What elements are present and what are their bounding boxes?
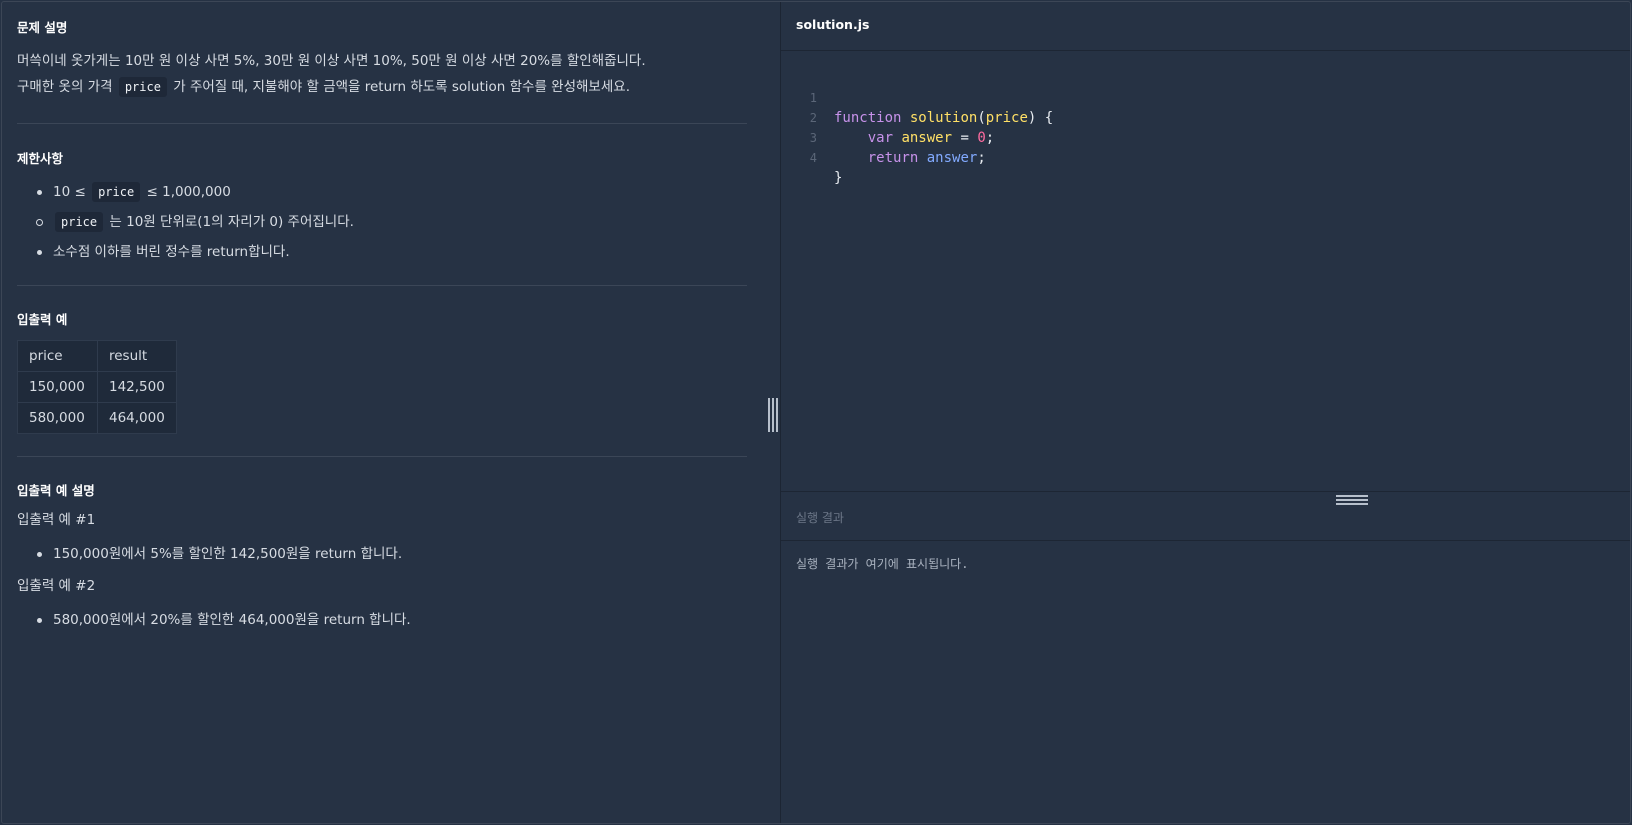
- example-1-title: 입출력 예 #1: [17, 512, 96, 528]
- table-header-cell: result: [97, 340, 177, 372]
- price-code: price: [118, 77, 167, 97]
- price-code: price: [92, 182, 141, 202]
- divider: [17, 285, 747, 286]
- table-cell: 580,000: [17, 402, 98, 434]
- code-line: 3 return answer;: [781, 108, 1630, 166]
- price-code: price: [55, 212, 104, 232]
- problem-panel: 문제 설명 머쓱이네 옷가게는 10만 원 이상 사면 5%, 30만 원 이상…: [2, 2, 780, 823]
- constraint-item: 10 ≤ price ≤ 1,000,000: [17, 177, 747, 207]
- table-row: 150,000 142,500: [17, 371, 177, 403]
- divider: [17, 123, 747, 124]
- problem-description: 머쓱이네 옷가게는 10만 원 이상 사면 5%, 30만 원 이상 사면 10…: [17, 48, 747, 100]
- examples-table: price result 150,000 142,500 580,000 464…: [17, 340, 177, 434]
- code-line: 1 function solution(price) {: [781, 68, 1630, 126]
- table-header-row: price result: [17, 340, 177, 372]
- table-cell: 464,000: [97, 402, 177, 434]
- code-line: 4 }: [781, 128, 1630, 186]
- explanation-section: 입출력 예 설명 입출력 예 #1 150,000원에서 5%를 할인한 142…: [17, 480, 747, 635]
- constraint-subitem: price 는 10원 단위로(1의 자리가 0) 주어집니다.: [2, 207, 747, 237]
- app-window: 문제 설명 머쓱이네 옷가게는 10만 원 이상 사면 5%, 30만 원 이상…: [1, 1, 1631, 824]
- examples-section: 입출력 예 price result 150,000 142,500 580,0…: [17, 309, 747, 434]
- line-number: 4: [809, 151, 817, 165]
- table-row: 580,000 464,000: [17, 402, 177, 434]
- constraints-title: 제한사항: [17, 151, 64, 166]
- problem-title: 문제 설명: [17, 20, 68, 35]
- result-title: 실행 결과: [796, 511, 844, 525]
- editor-header: solution.js: [781, 2, 1630, 51]
- table-header-cell: price: [17, 340, 98, 372]
- result-output: 실행 결과가 여기에 표시됩니다.: [796, 557, 969, 571]
- example-2-item: 580,000원에서 20%를 할인한 464,000원을 return 합니다…: [17, 605, 747, 635]
- code-line: 2 var answer = 0;: [781, 88, 1630, 146]
- file-name: solution.js: [796, 17, 870, 32]
- code-editor[interactable]: 1 function solution(price) { 2 var answe…: [781, 68, 1630, 186]
- table-cell: 142,500: [97, 371, 177, 403]
- problem-line-2: 구매한 옷의 가격 price 가 주어질 때, 지불해야 할 금액을 retu…: [17, 77, 630, 97]
- example-2-title: 입출력 예 #2: [17, 578, 96, 594]
- examples-title: 입출력 예: [17, 312, 68, 327]
- constraint-item: 소수점 이하를 버린 정수를 return합니다.: [17, 237, 747, 267]
- constraints-section: 제한사항 10 ≤ price ≤ 1,000,000 price 는 10원 …: [17, 148, 747, 267]
- vertical-resize-handle[interactable]: [768, 398, 778, 432]
- problem-line-1: 머쓱이네 옷가게는 10만 원 이상 사면 5%, 30만 원 이상 사면 10…: [17, 53, 646, 69]
- problem-section: 문제 설명 머쓱이네 옷가게는 10만 원 이상 사면 5%, 30만 원 이상…: [17, 17, 747, 100]
- explanation-title: 입출력 예 설명: [17, 483, 95, 498]
- example-1-item: 150,000원에서 5%를 할인한 142,500원을 return 합니다.: [17, 539, 747, 569]
- result-header: 실행 결과: [781, 492, 1630, 541]
- divider: [17, 456, 747, 457]
- editor-panel: solution.js 1 function solution(price) {…: [781, 2, 1630, 823]
- table-cell: 150,000: [17, 371, 98, 403]
